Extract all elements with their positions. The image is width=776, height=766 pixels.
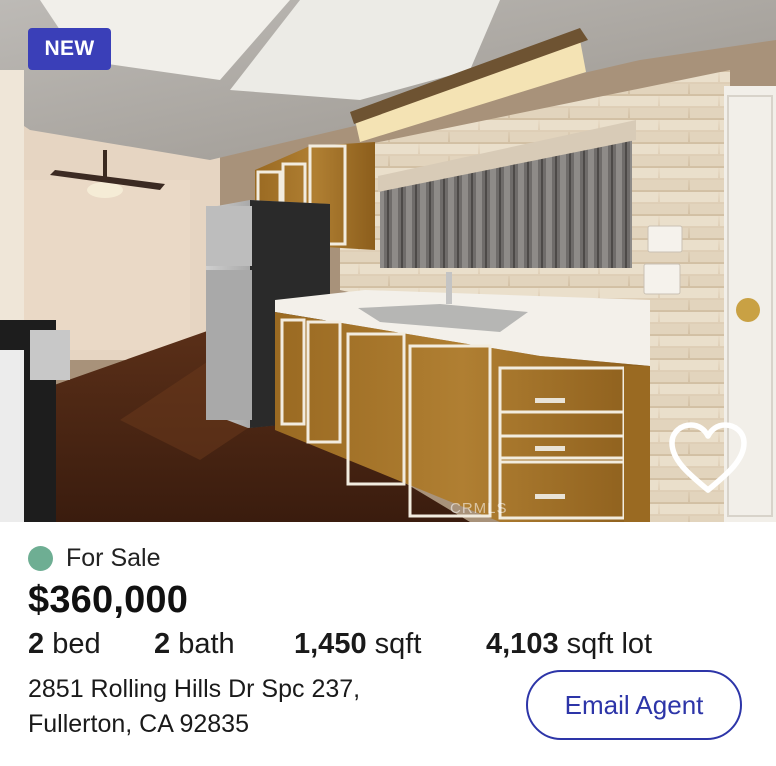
baths-label: bath	[178, 628, 235, 660]
lot-value: 4,103	[486, 628, 559, 660]
listing-details: For Sale $360,000 2 bed 2 bath 1,450 sqf…	[0, 522, 776, 766]
beds-fact: 2 bed	[28, 628, 101, 661]
address-line-1: 2851 Rolling Hills Dr Spc 237,	[28, 675, 361, 703]
heart-outline-icon	[669, 422, 747, 493]
listing-status: For Sale	[28, 542, 160, 574]
beds-label: bed	[52, 628, 101, 660]
sqft-fact: 1,450 sqft	[294, 628, 421, 661]
sqft-value: 1,450	[294, 628, 367, 660]
mls-watermark: CRMLS	[450, 500, 508, 517]
lot-fact: 4,103 sqft lot	[486, 628, 652, 661]
new-badge: NEW	[28, 28, 111, 70]
kitchen-photo-illustration	[0, 0, 776, 522]
listing-card[interactable]: NEW CRMLS For Sale $360,000 2 bed 2 bath…	[0, 0, 776, 766]
sqft-label: sqft	[374, 628, 422, 660]
favorite-button[interactable]	[664, 418, 752, 498]
email-agent-button[interactable]: Email Agent	[526, 670, 742, 740]
lot-label: sqft lot	[566, 628, 653, 660]
listing-price: $360,000	[28, 579, 189, 621]
listing-photo[interactable]: NEW CRMLS	[0, 0, 776, 522]
status-dot-icon	[28, 545, 53, 571]
beds-value: 2	[28, 628, 45, 660]
status-label: For Sale	[66, 543, 161, 572]
baths-fact: 2 bath	[154, 628, 235, 661]
baths-value: 2	[154, 628, 171, 660]
listing-address[interactable]: 2851 Rolling Hills Dr Spc 237, Fullerton…	[28, 672, 360, 742]
address-line-2: Fullerton, CA 92835	[28, 710, 249, 738]
